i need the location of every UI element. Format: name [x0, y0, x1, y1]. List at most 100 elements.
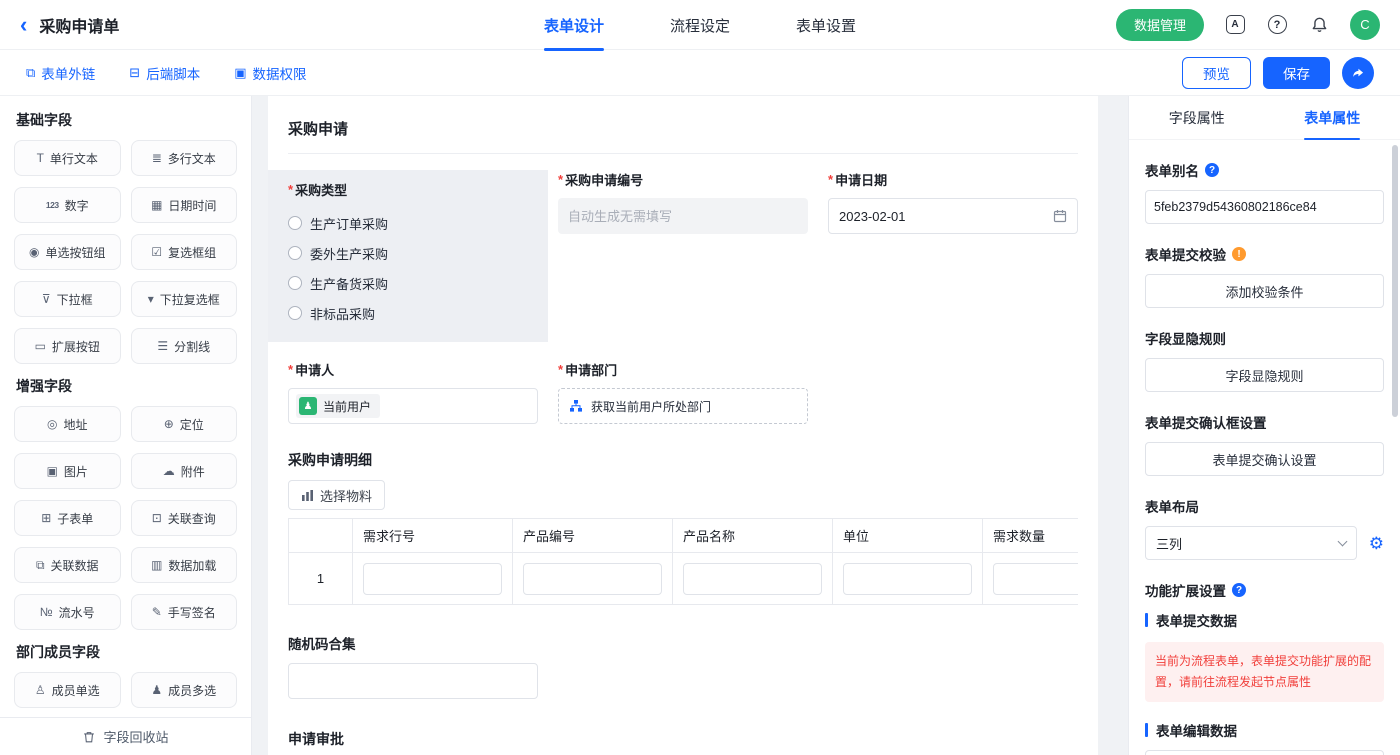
radio-circle-icon[interactable]	[288, 306, 302, 320]
user-icon: ♟	[299, 397, 317, 415]
palette-item-divider[interactable]: ☰分割线	[131, 328, 238, 364]
detail-title: 采购申请明细	[288, 450, 1078, 470]
applicant-box[interactable]: ♟ 当前用户	[288, 388, 538, 424]
palette-item-image[interactable]: ▣图片	[14, 453, 121, 489]
field-approval[interactable]: 申请审批	[288, 729, 1078, 749]
purchase-no-input-wrap	[558, 198, 808, 234]
field-label: * 采购类型	[288, 180, 528, 199]
palette-item-linked-data[interactable]: ⧉关联数据	[14, 547, 121, 583]
tab-field-properties[interactable]: 字段属性	[1129, 96, 1265, 139]
palette-item-subform[interactable]: ⊞子表单	[14, 500, 121, 536]
field-applicant[interactable]: * 申请人 ♟ 当前用户	[288, 360, 538, 424]
palette-item-linked-query[interactable]: ⊡关联查询	[131, 500, 238, 536]
palette-item-datetime[interactable]: ▦日期时间	[131, 187, 238, 223]
tab-form-settings[interactable]: 表单设置	[794, 0, 858, 50]
column-header: 产品名称	[673, 519, 833, 553]
preview-button[interactable]: 预览	[1182, 57, 1251, 89]
radio-option[interactable]: 生产订单采购	[288, 208, 528, 238]
help-badge-icon[interactable]: ?	[1232, 583, 1246, 597]
select-icon: ⊽	[42, 293, 51, 305]
cell-input-line-no[interactable]	[363, 563, 502, 595]
radio-circle-icon[interactable]	[288, 216, 302, 230]
help-icon[interactable]: ?	[1266, 14, 1288, 36]
required-mark: *	[828, 172, 833, 187]
date-value: 2023-02-01	[839, 209, 906, 224]
palette-item-number[interactable]: 123数字	[14, 187, 121, 223]
vertical-scrollbar[interactable]	[1392, 145, 1398, 417]
tab-form-design[interactable]: 表单设计	[542, 0, 606, 50]
column-header: 单位	[833, 519, 983, 553]
field-detail-subform[interactable]: 采购申请明细 选择物料 需求行号 产品编号	[288, 450, 1078, 605]
cell-input-quantity[interactable]	[993, 563, 1078, 595]
palette-item-serial-number[interactable]: №流水号	[14, 594, 121, 630]
palette-grid-enhanced: ◎地址 ⊕定位 ▣图片 ☁附件 ⊞子表单 ⊡关联查询 ⧉关联数据 ▥数据加载 №…	[14, 406, 237, 630]
translate-icon[interactable]: A	[1224, 14, 1246, 36]
palette-item-checkbox-group[interactable]: ☑复选框组	[131, 234, 238, 270]
calendar-icon	[1053, 209, 1067, 223]
backend-script-link[interactable]: ⊟ 后端脚本	[129, 63, 200, 83]
warning-badge-icon[interactable]: !	[1232, 247, 1246, 261]
visibility-rules-button[interactable]: 字段显隐规则	[1145, 358, 1384, 392]
field-apply-date[interactable]: * 申请日期 2023-02-01	[828, 170, 1078, 234]
field-department[interactable]: * 申请部门 获取当前用户所处部门	[558, 360, 808, 424]
radio-circle-icon[interactable]	[288, 246, 302, 260]
random-code-label: 随机码合集	[288, 633, 1078, 653]
palette-item-attachment[interactable]: ☁附件	[131, 453, 238, 489]
palette-item-multi-line-text[interactable]: ≣多行文本	[131, 140, 238, 176]
select-material-button[interactable]: 选择物料	[288, 480, 385, 510]
radio-option[interactable]: 非标品采购	[288, 298, 528, 328]
palette-item-multi-select[interactable]: ▾下拉复选框	[131, 281, 238, 317]
add-validation-button[interactable]: 添加校验条件	[1145, 274, 1384, 308]
radio-option[interactable]: 委外生产采购	[288, 238, 528, 268]
save-button[interactable]: 保存	[1263, 57, 1330, 89]
detail-header-row: 需求行号 产品编号 产品名称 单位 需求数量	[289, 519, 1079, 553]
share-button[interactable]	[1342, 57, 1374, 89]
cell-input-product-name[interactable]	[683, 563, 822, 595]
required-mark: *	[288, 362, 293, 377]
edit-data-subhead: 表单编辑数据	[1145, 720, 1384, 740]
radio-circle-icon[interactable]	[288, 276, 302, 290]
palette-item-member-multi[interactable]: ♟成员多选	[131, 672, 238, 708]
bell-icon[interactable]	[1308, 14, 1330, 36]
blue-bar-icon	[1145, 723, 1148, 737]
tab-flow-setting[interactable]: 流程设定	[668, 0, 732, 50]
palette-item-single-line-text[interactable]: T单行文本	[14, 140, 121, 176]
form-external-link[interactable]: ⧉ 表单外链	[26, 63, 95, 83]
field-random-code[interactable]: 随机码合集	[288, 633, 1078, 699]
index-header	[289, 519, 353, 553]
department-box[interactable]: 获取当前用户所处部门	[558, 388, 808, 424]
help-badge-icon[interactable]: ?	[1205, 163, 1219, 177]
edit-data-partial-control[interactable]	[1145, 750, 1384, 755]
field-purchase-type[interactable]: * 采购类型 生产订单采购 委外生产采购 生产备货采购 非标品采购	[268, 170, 548, 342]
row-index: 1	[289, 553, 353, 605]
field-recycle-bin[interactable]: 字段回收站	[0, 717, 251, 755]
palette-item-member-single[interactable]: ♙成员单选	[14, 672, 121, 708]
cell-input-unit[interactable]	[843, 563, 972, 595]
cell-input-product-code[interactable]	[523, 563, 662, 595]
palette-item-data-load[interactable]: ▥数据加载	[131, 547, 238, 583]
gear-icon[interactable]: ⚙	[1369, 535, 1384, 552]
palette-item-extend-button[interactable]: ▭扩展按钮	[14, 328, 121, 364]
submit-confirm-button[interactable]: 表单提交确认设置	[1145, 442, 1384, 476]
date-input[interactable]: 2023-02-01	[828, 198, 1078, 234]
confirm-label: 表单提交确认框设置	[1145, 412, 1384, 432]
validation-label: 表单提交校验 !	[1145, 244, 1384, 264]
field-purchase-no[interactable]: * 采购申请编号	[558, 170, 808, 234]
radio-option[interactable]: 生产备货采购	[288, 268, 528, 298]
palette-item-signature[interactable]: ✎手写签名	[131, 594, 238, 630]
random-code-input[interactable]	[288, 663, 538, 699]
palette-item-geolocation[interactable]: ⊕定位	[131, 406, 238, 442]
palette-item-select[interactable]: ⊽下拉框	[14, 281, 121, 317]
avatar[interactable]: C	[1350, 10, 1380, 40]
current-user-tag[interactable]: ♟ 当前用户	[296, 394, 380, 418]
tab-form-properties[interactable]: 表单属性	[1265, 96, 1400, 139]
palette-item-address[interactable]: ◎地址	[14, 406, 121, 442]
back-icon[interactable]: ‹	[20, 14, 27, 36]
purchase-no-input[interactable]	[568, 209, 798, 224]
data-permission-link[interactable]: ▣ 数据权限	[234, 63, 306, 83]
position-icon: ⊕	[164, 418, 174, 430]
palette-item-radio-group[interactable]: ◉单选按钮组	[14, 234, 121, 270]
alias-input[interactable]	[1145, 190, 1384, 224]
layout-select[interactable]: 三列	[1145, 526, 1357, 560]
data-manage-button[interactable]: 数据管理	[1116, 9, 1204, 41]
